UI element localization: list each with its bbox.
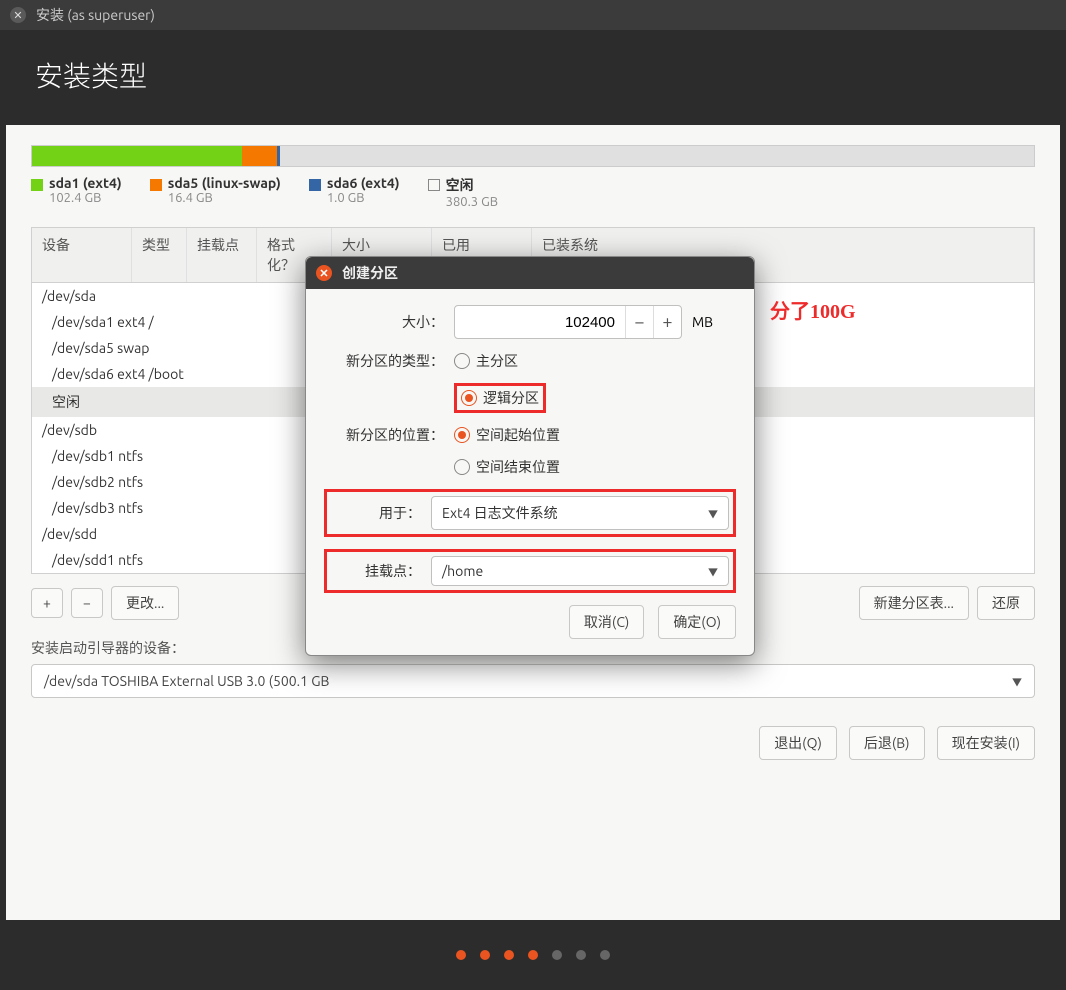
chevron-down-icon: ▼ — [708, 506, 718, 521]
bootloader-value: /dev/sda TOSHIBA External USB 3.0 (500.1… — [44, 673, 329, 689]
legend-swatch — [31, 179, 43, 191]
usage-segment — [277, 146, 280, 166]
type-logical-radio[interactable]: 逻辑分区 — [454, 383, 546, 413]
legend-size: 380.3 GB — [446, 195, 498, 209]
chevron-down-icon: ▼ — [1012, 674, 1022, 689]
radio-icon — [454, 353, 470, 369]
legend-item: sda5 (linux-swap)16.4 GB — [150, 175, 281, 209]
legend-swatch — [309, 179, 321, 191]
step-dot — [456, 950, 466, 960]
wizard-buttons: 退出(Q) 后退(B) 现在安装(I) — [31, 726, 1035, 760]
quit-button[interactable]: 退出(Q) — [759, 726, 837, 760]
size-spinner: − + — [454, 305, 682, 339]
legend-item: sda1 (ext4)102.4 GB — [31, 175, 122, 209]
type-primary-radio[interactable]: 主分区 — [454, 351, 518, 371]
size-input[interactable] — [455, 308, 625, 337]
position-end-radio[interactable]: 空间结束位置 — [454, 457, 560, 477]
radio-icon — [454, 427, 470, 443]
radio-icon — [454, 459, 470, 475]
column-header[interactable]: 设备 — [32, 228, 132, 282]
column-header[interactable]: 挂载点 — [187, 228, 257, 282]
use-as-select[interactable]: Ext4 日志文件系统 ▼ — [431, 496, 729, 530]
usage-segment — [242, 146, 277, 166]
titlebar: ✕ 安装 (as superuser) — [0, 0, 1066, 30]
step-dot — [600, 950, 610, 960]
progress-dots — [0, 920, 1066, 990]
dialog-title: 创建分区 — [342, 263, 398, 283]
page-title: 安装类型 — [0, 30, 1066, 125]
dialog-close-icon[interactable]: ✕ — [316, 265, 332, 281]
position-begin-radio[interactable]: 空间起始位置 — [454, 425, 560, 445]
step-dot — [552, 950, 562, 960]
legend: sda1 (ext4)102.4 GB sda5 (linux-swap)16.4… — [31, 175, 1035, 209]
legend-size: 16.4 GB — [168, 191, 281, 205]
legend-label: sda5 (linux-swap) — [168, 175, 281, 191]
mount-point-label: 挂载点： — [331, 561, 421, 581]
new-partition-table-button[interactable]: 新建分区表... — [859, 586, 969, 620]
usage-segment — [32, 146, 242, 166]
radio-icon — [461, 390, 477, 406]
change-partition-button[interactable]: 更改... — [111, 586, 179, 620]
back-button[interactable]: 后退(B) — [849, 726, 925, 760]
type-label: 新分区的类型： — [324, 351, 444, 371]
add-partition-button[interactable]: + — [31, 588, 63, 618]
step-dot — [576, 950, 586, 960]
size-unit: MB — [692, 314, 713, 330]
legend-swatch — [428, 179, 440, 191]
size-minus-button[interactable]: − — [625, 306, 653, 338]
size-label: 大小： — [324, 312, 444, 332]
step-dot — [528, 950, 538, 960]
dialog-titlebar: ✕ 创建分区 — [306, 257, 754, 289]
step-dot — [504, 950, 514, 960]
create-partition-dialog: ✕ 创建分区 大小： − + MB 新分区的类型： 主分区 — [305, 256, 755, 656]
disk-usage-bar — [31, 145, 1035, 167]
annotation-text: 分了100G — [770, 295, 856, 324]
legend-size: 1.0 GB — [327, 191, 400, 205]
size-plus-button[interactable]: + — [653, 306, 681, 338]
install-now-button[interactable]: 现在安装(I) — [937, 726, 1035, 760]
remove-partition-button[interactable]: − — [71, 588, 103, 618]
legend-swatch — [150, 179, 162, 191]
chevron-down-icon: ▼ — [708, 564, 718, 579]
legend-label: sda1 (ext4) — [49, 175, 122, 191]
installer-window: ✕ 安装 (as superuser) 安装类型 sda1 (ext4)102.… — [0, 0, 1066, 990]
legend-item: 空闲380.3 GB — [428, 175, 498, 209]
step-dot — [480, 950, 490, 960]
legend-label: 空闲 — [446, 175, 498, 195]
legend-item: sda6 (ext4)1.0 GB — [309, 175, 400, 209]
position-label: 新分区的位置： — [324, 425, 444, 445]
dialog-cancel-button[interactable]: 取消(C) — [569, 605, 644, 639]
mount-point-select[interactable]: /home ▼ — [431, 556, 729, 586]
close-icon[interactable]: ✕ — [10, 7, 26, 23]
legend-size: 102.4 GB — [49, 191, 122, 205]
dialog-ok-button[interactable]: 确定(O) — [658, 605, 736, 639]
legend-label: sda6 (ext4) — [327, 175, 400, 191]
revert-button[interactable]: 还原 — [977, 586, 1035, 620]
column-header[interactable]: 类型 — [132, 228, 187, 282]
window-title: 安装 (as superuser) — [36, 5, 155, 25]
bootloader-select[interactable]: /dev/sda TOSHIBA External USB 3.0 (500.1… — [31, 664, 1035, 698]
use-as-label: 用于： — [331, 503, 421, 523]
